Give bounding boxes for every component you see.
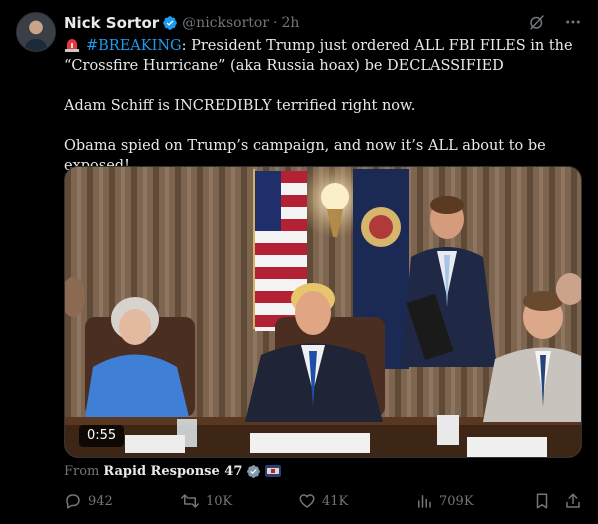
more-icon[interactable]	[564, 13, 582, 31]
government-badge-icon	[247, 464, 261, 478]
top-actions	[528, 13, 582, 31]
verified-badge-icon	[163, 16, 178, 30]
siren-icon	[65, 39, 79, 52]
views-icon	[418, 495, 431, 508]
tweet-line-2: Adam Schiff is INCREDIBLY terrified righ…	[64, 98, 416, 114]
like-button[interactable]: 41K	[298, 492, 348, 510]
views-button[interactable]: 709K	[415, 492, 474, 510]
share-button[interactable]	[564, 492, 582, 510]
repost-icon	[181, 494, 199, 508]
tweet-header: Nick Sortor @nicksortor · 2h	[64, 13, 299, 33]
affiliation-flag-icon	[265, 465, 282, 477]
reply-icon	[66, 494, 80, 509]
repost-button[interactable]: 10K	[180, 492, 232, 510]
media-source: From Rapid Response 47	[64, 462, 282, 480]
like-icon	[299, 494, 315, 508]
separator-dot: ·	[273, 15, 278, 31]
tweet-text: #BREAKING: President Trump just ordered …	[64, 36, 584, 176]
views-count: 709K	[439, 493, 474, 509]
tweet-line-1: #BREAKING: President Trump just ordered …	[64, 36, 584, 76]
bookmark-button[interactable]	[534, 492, 550, 510]
video-duration: 0:55	[79, 425, 125, 447]
author-handle[interactable]: @nicksortor	[182, 15, 269, 31]
post-time[interactable]: 2h	[282, 15, 300, 31]
reply-count: 942	[88, 493, 113, 509]
hashtag-link[interactable]: #BREAKING	[86, 38, 182, 54]
like-count: 41K	[322, 493, 349, 509]
avatar[interactable]	[16, 12, 56, 52]
share-icon	[566, 493, 580, 508]
video-frame	[65, 167, 581, 457]
video-player[interactable]: 0:55	[64, 166, 582, 458]
grok-icon[interactable]	[528, 13, 546, 31]
repost-count: 10K	[206, 493, 233, 509]
source-prefix: From	[64, 463, 100, 479]
action-bar: 942 10K 41K 709K	[64, 490, 584, 514]
reply-button[interactable]: 942	[64, 492, 113, 510]
bookmark-icon	[536, 493, 548, 509]
author-name[interactable]: Nick Sortor	[64, 14, 159, 32]
source-name[interactable]: Rapid Response 47	[103, 464, 242, 479]
